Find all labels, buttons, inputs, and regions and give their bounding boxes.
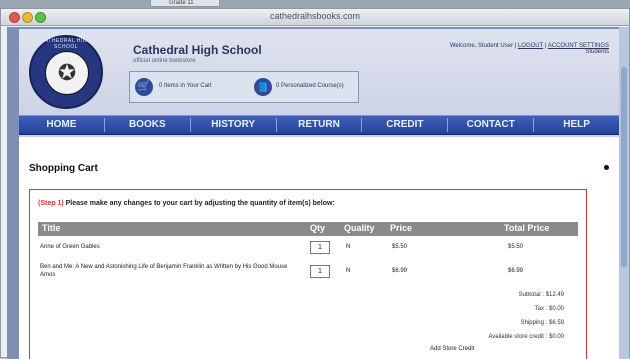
seal-center: ✪ xyxy=(45,51,89,95)
column-total-price: Total Price xyxy=(504,223,550,233)
item-price: $6.99 xyxy=(392,268,408,274)
nav-books[interactable]: BOOKS xyxy=(105,118,191,132)
item-price: $5.50 xyxy=(392,244,408,250)
site-header: CATHEDRAL HIGH SCHOOL ✪ Cathedral High S… xyxy=(19,29,619,137)
item-title[interactable]: Anne of Green Gables xyxy=(40,244,300,250)
user-role: Students xyxy=(585,49,609,55)
school-seal-logo[interactable]: CATHEDRAL HIGH SCHOOL ✪ xyxy=(29,35,103,109)
window-title: cathedralhsbooks.com xyxy=(269,11,361,21)
tax: Tax : $0.00 xyxy=(534,306,564,312)
vertical-scrollbar[interactable] xyxy=(619,27,629,359)
web-page: CATHEDRAL HIGH SCHOOL ✪ Cathedral High S… xyxy=(19,29,619,359)
table-row: Anne of Green Gables 1 N $5.50 $5.50 xyxy=(38,240,578,256)
window-titlebar[interactable]: cathedralhsbooks.com xyxy=(1,9,629,26)
column-price: Price xyxy=(390,223,413,233)
item-title[interactable]: Ben and Me: A New and Astonishing Life o… xyxy=(40,263,300,279)
bullet-icon xyxy=(604,165,609,170)
nav-help[interactable]: HELP xyxy=(534,118,619,132)
column-quality: Quality xyxy=(344,223,375,233)
nav-credit[interactable]: CREDIT xyxy=(362,118,449,132)
main-navigation: HOME BOOKS HISTORY RETURN CREDIT CONTACT… xyxy=(19,115,619,135)
welcome-text: Welcome, Student User | xyxy=(449,43,517,49)
column-qty: Qty xyxy=(310,223,326,233)
desktop-background xyxy=(0,0,630,8)
page-viewport: CATHEDRAL HIGH SCHOOL ✪ Cathedral High S… xyxy=(7,27,619,359)
cart-summary-box: 🛒 0 Items in Your Cart 📘 0 Personalized … xyxy=(129,71,359,103)
step-number: (Step 1) xyxy=(38,200,64,207)
item-quality: N xyxy=(346,244,351,250)
cart-icon[interactable]: 🛒 xyxy=(135,78,153,96)
available-store-credit: Available store credit : $0.00 xyxy=(488,334,564,340)
desktop-tab[interactable]: Grade 11 xyxy=(150,0,220,7)
step-1-panel: (Step 1) Please make any changes to your… xyxy=(29,189,587,359)
shipping: Shipping : $6.59 xyxy=(520,320,564,326)
item-quality: N xyxy=(346,268,351,274)
add-store-credit-link[interactable]: Add Store Credit xyxy=(430,346,474,352)
course-icon[interactable]: 📘 xyxy=(254,78,272,96)
page-title: Shopping Cart xyxy=(29,163,98,174)
browser-window: cathedralhsbooks.com CATHEDRAL HIGH SCHO… xyxy=(0,8,630,359)
site-tagline: official online bookstore xyxy=(133,58,196,64)
step-instructions: (Step 1) Please make any changes to your… xyxy=(38,200,335,207)
star-icon: ✪ xyxy=(57,60,77,85)
scrollbar-thumb[interactable] xyxy=(621,67,627,267)
step-text: Please make any changes to your cart by … xyxy=(65,200,335,207)
cart-count-link[interactable]: 0 Items in Your Cart xyxy=(159,83,212,89)
nav-return[interactable]: RETURN xyxy=(277,118,363,132)
school-name: Cathedral High School xyxy=(133,43,262,57)
nav-history[interactable]: HISTORY xyxy=(191,118,277,132)
user-welcome: Welcome, Student User | LOGOUT | ACCOUNT… xyxy=(449,43,609,55)
subtotal: Subtotal : $12.49 xyxy=(518,292,564,298)
nav-home[interactable]: HOME xyxy=(19,118,105,132)
cart-table-header: Title Qty Quality Price Total Price xyxy=(38,222,578,236)
column-title: Title xyxy=(42,223,61,233)
quantity-input[interactable]: 1 xyxy=(310,241,330,254)
logout-link[interactable]: LOGOUT xyxy=(518,43,543,49)
item-total: $5.50 xyxy=(508,244,524,250)
seal-ring-text: CATHEDRAL HIGH SCHOOL xyxy=(40,38,92,50)
nav-contact[interactable]: CONTACT xyxy=(448,118,535,132)
course-count-link[interactable]: 0 Personalized Course(s) xyxy=(276,83,344,89)
item-total: $6.99 xyxy=(508,268,524,274)
quantity-input[interactable]: 1 xyxy=(310,265,330,278)
table-row: Ben and Me: A New and Astonishing Life o… xyxy=(38,262,578,284)
